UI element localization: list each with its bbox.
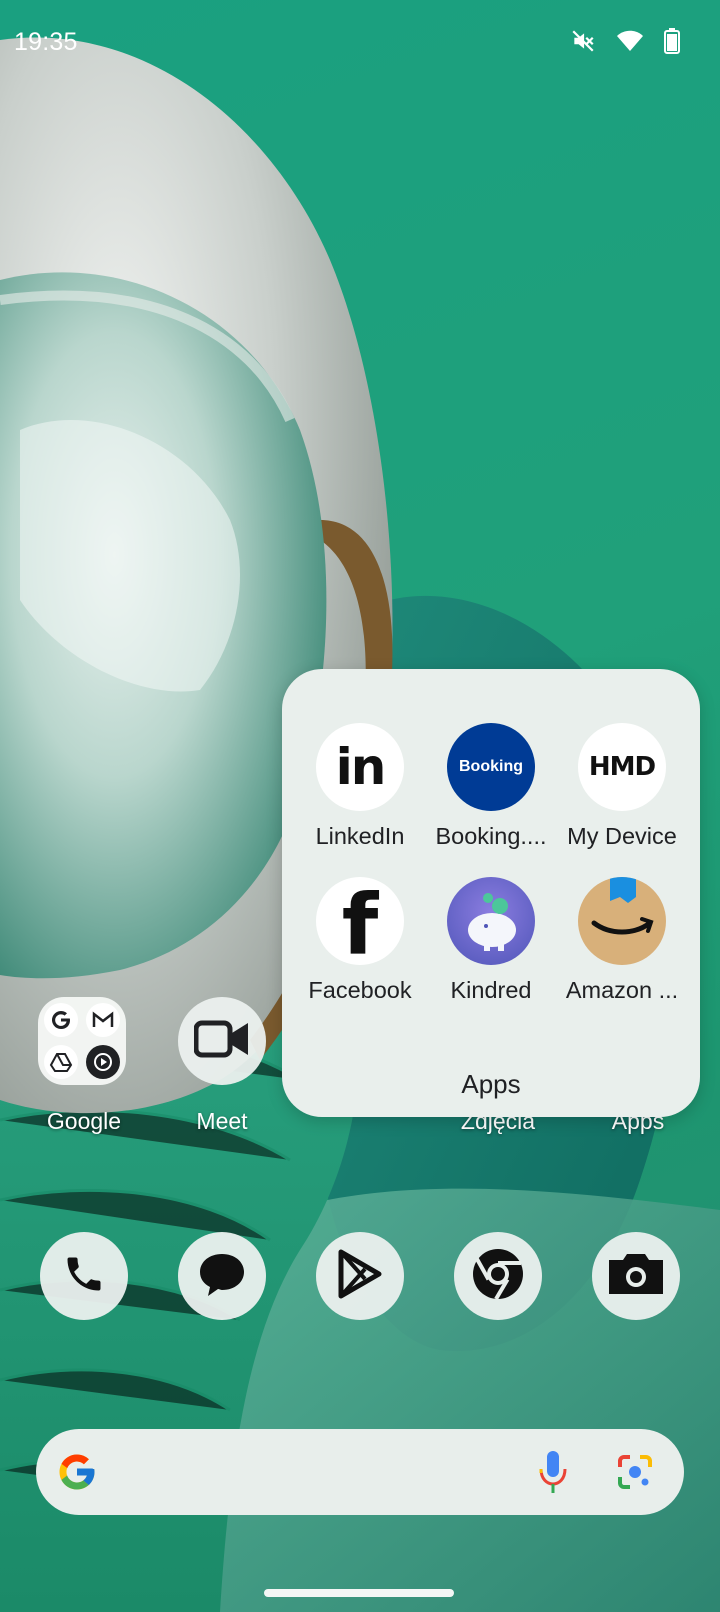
messages-icon: [197, 1249, 247, 1304]
status-bar: 19:35: [0, 0, 720, 84]
facebook-icon: f: [316, 877, 404, 965]
linkedin-icon: in: [316, 723, 404, 811]
app-label: Booking....: [435, 823, 547, 849]
camera-icon: [607, 1252, 665, 1301]
google-g-icon: [56, 1451, 98, 1498]
amazon-icon: [578, 877, 666, 965]
app-label: My Device: [567, 823, 677, 849]
apps-folder-popup: in LinkedIn Booking Booking.... HMD My D…: [282, 669, 700, 1117]
camera-app[interactable]: [592, 1232, 680, 1320]
microphone-icon[interactable]: [538, 1449, 568, 1500]
app-label: Facebook: [308, 977, 412, 1003]
meet-label: Meet: [196, 1108, 248, 1134]
folder-title[interactable]: Apps: [282, 1069, 700, 1100]
wifi-icon: [616, 29, 644, 53]
meet-app[interactable]: [178, 997, 266, 1085]
google-lens-icon[interactable]: [616, 1453, 654, 1496]
kindred-piggy-bank-icon: [447, 877, 535, 965]
app-my-device[interactable]: HMD My Device: [557, 723, 687, 850]
battery-icon: [664, 28, 680, 54]
chrome-app[interactable]: [454, 1232, 542, 1320]
google-search-bar[interactable]: [36, 1429, 684, 1515]
drive-icon: [44, 1045, 78, 1079]
play-store-icon: [337, 1249, 383, 1304]
phone-icon: [62, 1252, 106, 1301]
navigation-gesture-bar[interactable]: [264, 1589, 454, 1597]
google-folder-label: Google: [46, 1108, 122, 1134]
mute-icon: [570, 28, 596, 54]
app-kindred[interactable]: Kindred: [426, 877, 556, 1004]
status-time: 19:35: [14, 28, 78, 56]
app-booking[interactable]: Booking Booking....: [426, 723, 556, 850]
messages-app[interactable]: [178, 1232, 266, 1320]
google-g-icon: [44, 1003, 78, 1037]
gmail-icon: [86, 1003, 120, 1037]
app-linkedin[interactable]: in LinkedIn: [295, 723, 425, 850]
app-facebook[interactable]: f Facebook: [295, 877, 425, 1004]
chrome-icon: [470, 1246, 526, 1307]
hmd-icon: HMD: [578, 723, 666, 811]
youtube-music-icon: [86, 1045, 120, 1079]
play-store-app[interactable]: [316, 1232, 404, 1320]
app-label: Kindred: [450, 977, 532, 1003]
booking-icon: Booking: [447, 723, 535, 811]
phone-app[interactable]: [40, 1232, 128, 1320]
video-camera-icon: [193, 1019, 250, 1064]
google-folder[interactable]: [38, 997, 126, 1085]
app-amazon[interactable]: Amazon ...: [557, 877, 687, 1004]
app-label: Amazon ...: [565, 977, 679, 1003]
app-label: LinkedIn: [315, 823, 405, 849]
